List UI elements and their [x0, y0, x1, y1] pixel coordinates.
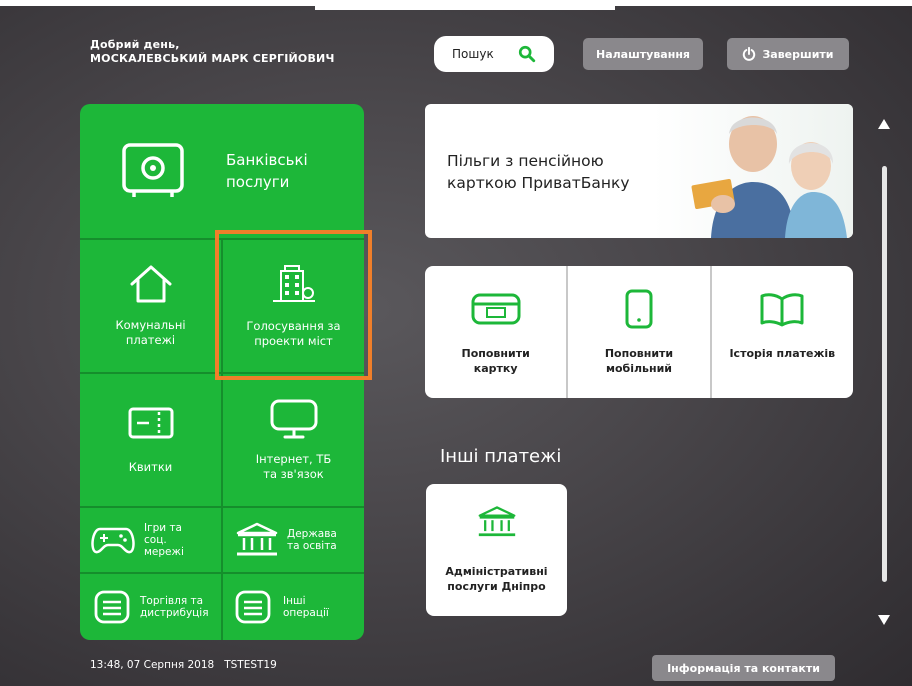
menu-label: та зв'язок — [263, 467, 324, 481]
menu-label: Торгівля та — [140, 595, 204, 607]
gamepad-icon — [91, 527, 135, 554]
menu-item-internet-tv[interactable]: Інтернет, ТБ та зв'язок — [223, 374, 364, 506]
phone-icon — [625, 289, 653, 329]
quick-label: картку — [473, 362, 518, 375]
menu-label: мережі — [144, 546, 184, 558]
menu-label: Ігри та — [144, 522, 182, 534]
quick-label: Поповнити — [461, 347, 530, 360]
info-label: Інформація та контакти — [667, 661, 820, 675]
user-name: МОСКАЛЕВСЬКИЙ МАРК СЕРГІЙОВИЧ — [90, 52, 335, 65]
banner-title: Пільги з пенсійною — [447, 152, 604, 170]
list-icon — [94, 590, 130, 624]
search-label: Пошук — [452, 47, 494, 61]
menu-label: послуги — [226, 173, 290, 191]
status-bar: 13:48, 07 Серпня 2018 TSTEST19 — [90, 659, 277, 671]
house-icon — [130, 265, 171, 303]
exit-button[interactable]: Завершити — [727, 38, 849, 70]
pensioners-photo — [653, 104, 853, 238]
payment-history-button[interactable]: Історія платежів — [712, 266, 853, 398]
menu-item-other-operations[interactable]: Інші операції — [223, 574, 364, 640]
exit-label: Завершити — [762, 47, 834, 61]
quick-label: Історія платежів — [729, 347, 836, 360]
settings-label: Налаштування — [596, 47, 690, 61]
ticket-icon — [128, 407, 173, 438]
menu-label: соц. — [144, 534, 167, 546]
admin-label: послуги Дніпро — [447, 580, 546, 593]
banner-title: карткою ПриватБанку — [447, 174, 630, 192]
top-up-mobile-button[interactable]: Поповнити мобільний — [568, 266, 712, 398]
menu-item-games-social[interactable]: Ігри та соц. мережі — [80, 508, 221, 572]
menu-label: дистрибуція — [140, 607, 209, 619]
government-building-icon — [478, 506, 515, 537]
scrollbar[interactable] — [882, 166, 887, 582]
safe-icon — [122, 143, 184, 197]
monitor-icon — [270, 399, 317, 439]
book-icon — [760, 293, 804, 327]
quick-actions: Поповнити картку Поповнити мобільний Іст… — [425, 266, 853, 398]
menu-label: та освіта — [287, 540, 337, 552]
greeting-line: Добрий день, — [90, 38, 180, 51]
menu-label: Інші — [283, 595, 306, 607]
scroll-down-arrow-icon[interactable] — [877, 614, 891, 626]
search-icon — [518, 45, 536, 63]
menu-item-bank-services[interactable]: Банківські послуги — [80, 104, 364, 238]
menu-item-utilities[interactable]: Комунальні платежі — [80, 240, 221, 372]
admin-label: Адміністративні — [445, 565, 548, 578]
info-contacts-button[interactable]: Інформація та контакти — [652, 655, 835, 681]
menu-label: Комунальні — [115, 318, 186, 332]
promo-banner[interactable]: Пільги з пенсійною карткою ПриватБанку — [425, 104, 853, 238]
quick-label: Поповнити — [604, 347, 674, 360]
menu-label: Інтернет, ТБ — [255, 452, 332, 466]
top-notch — [315, 0, 615, 10]
menu-item-state-education[interactable]: Держава та освіта — [223, 508, 364, 572]
quick-label: мобільний — [605, 362, 672, 375]
power-icon — [743, 47, 756, 61]
menu-label: Квитки — [128, 459, 173, 474]
menu-label: Банківські — [226, 151, 308, 169]
selection-highlight — [215, 230, 372, 380]
menu-item-tickets[interactable]: Квитки — [80, 374, 221, 506]
menu-label: операції — [283, 607, 329, 619]
government-building-icon — [236, 522, 278, 556]
menu-label: платежі — [125, 333, 176, 347]
top-up-card-button[interactable]: Поповнити картку — [425, 266, 569, 398]
card-icon — [471, 293, 521, 325]
menu-label: Держава — [287, 528, 337, 540]
list-icon — [235, 590, 271, 624]
search-button[interactable]: Пошук — [434, 36, 554, 72]
greeting: Добрий день, МОСКАЛЕВСЬКИЙ МАРК СЕРГІЙОВ… — [90, 38, 335, 66]
other-payments-title: Інші платежі — [440, 446, 562, 467]
menu-item-trade[interactable]: Торгівля та дистрибуція — [80, 574, 221, 640]
settings-button[interactable]: Налаштування — [583, 38, 703, 70]
scroll-up-arrow-icon[interactable] — [877, 118, 891, 130]
admin-services-button[interactable]: Адміністративні послуги Дніпро — [426, 484, 567, 616]
